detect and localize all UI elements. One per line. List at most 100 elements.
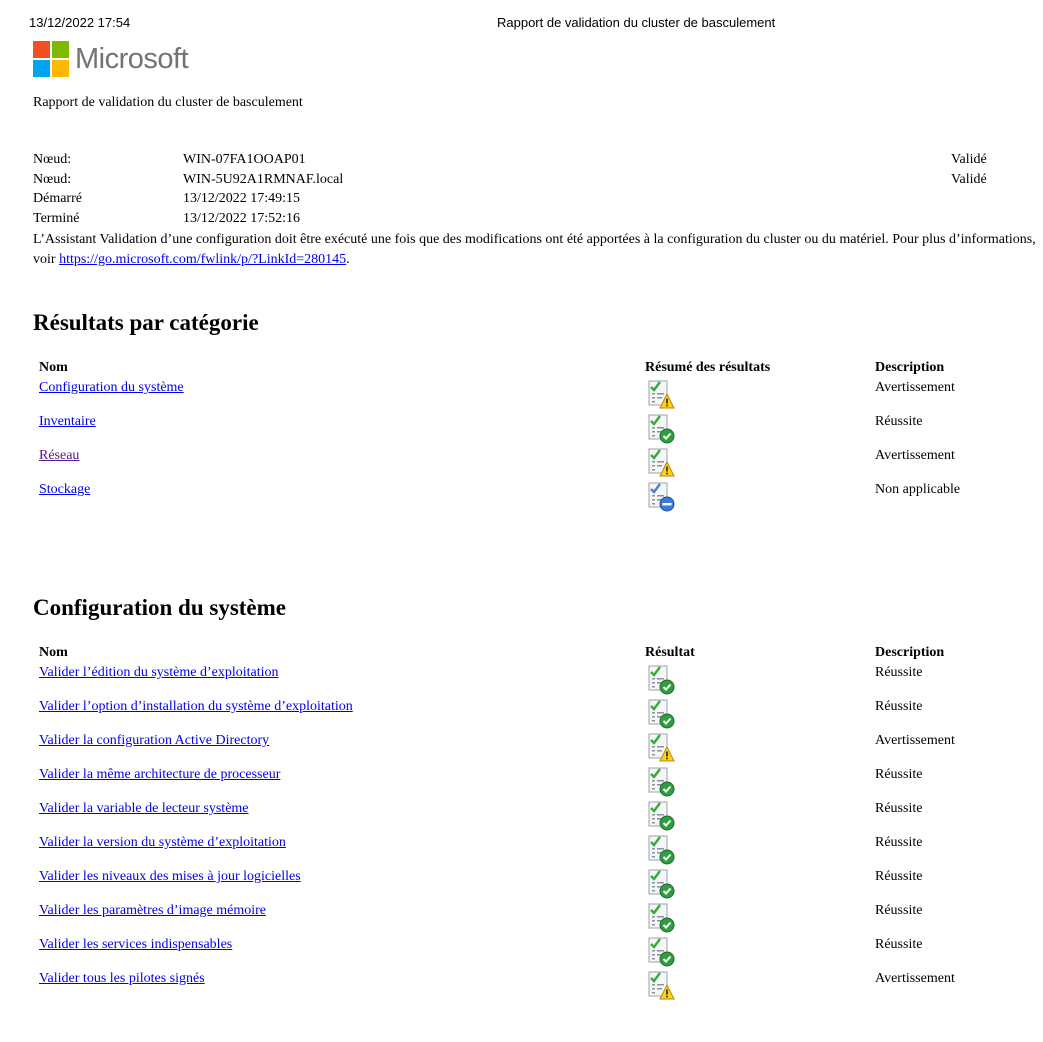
result-description: Réussite [875, 869, 923, 884]
table-header: Nom Résultat Description [39, 643, 1043, 663]
table-row: Valider la variable de lecteur système Ré… [39, 799, 1043, 833]
meta-label: Terminé [33, 210, 80, 226]
meta-label: Démarré [33, 191, 82, 206]
column-header-result: Résultat [645, 645, 695, 660]
result-link[interactable]: Valider tous les pilotes signés [39, 969, 205, 989]
result-link[interactable]: Valider les paramètres d’image mémoire [39, 901, 266, 921]
warning-status-icon [645, 446, 677, 478]
result-link[interactable]: Valider l’option d’installation du systè… [39, 697, 353, 717]
fwlink-link[interactable]: https://go.microsoft.com/fwlink/p/?LinkI… [59, 252, 346, 267]
success-status-icon [645, 697, 677, 729]
result-link[interactable]: Configuration du système [39, 378, 184, 398]
result-description: Non applicable [875, 482, 961, 497]
table-row: Configuration du système Avertissement [39, 378, 1043, 412]
result-link[interactable]: Valider la même architecture de processe… [39, 765, 280, 785]
result-description: Avertissement [875, 448, 955, 463]
meta-row: Démarré 13/12/2022 17:49:15 [33, 189, 1043, 209]
result-link[interactable]: Valider la configuration Active Director… [39, 731, 269, 751]
intro-paragraph: L’Assistant Validation d’une configurati… [33, 230, 1043, 270]
result-description: Réussite [875, 937, 923, 952]
results-by-category-table: Nom Résumé des résultats Description Con… [39, 358, 1043, 514]
result-description: Réussite [875, 414, 923, 429]
result-description: Réussite [875, 699, 923, 714]
success-status-icon [645, 935, 677, 967]
table-row: Valider la même architecture de processe… [39, 765, 1043, 799]
logo-text: Microsoft [75, 43, 189, 75]
table-row: Valider tous les pilotes signés Avertisse… [39, 969, 1043, 1003]
result-link[interactable]: Inventaire [39, 412, 96, 432]
meta-value: WIN-07FA1OOAP01 [183, 152, 306, 167]
table-row: Inventaire Réussite [39, 412, 1043, 446]
meta-value: 13/12/2022 17:49:15 [183, 191, 301, 206]
meta-label: Nœud: [33, 152, 72, 167]
result-description: Réussite [875, 801, 923, 816]
success-status-icon [645, 867, 677, 899]
result-link[interactable]: Valider la version du système d’exploita… [39, 833, 286, 853]
result-description: Réussite [875, 767, 923, 782]
warning-status-icon [645, 731, 677, 763]
meta-status: Validé [951, 171, 987, 187]
table-header: Nom Résumé des résultats Description [39, 358, 1043, 378]
intro-link-line: voir https://go.microsoft.com/fwlink/p/?… [33, 250, 1043, 270]
result-link[interactable]: Valider la variable de lecteur système [39, 799, 249, 819]
column-header-result: Résumé des résultats [645, 360, 771, 375]
success-status-icon [645, 765, 677, 797]
meta-row: Nœud: WIN-07FA1OOAP01 Validé [33, 150, 1043, 170]
table-row: Valider la configuration Active Director… [39, 731, 1043, 765]
meta-status: Validé [951, 152, 987, 167]
column-header-description: Description [875, 360, 945, 375]
success-status-icon [645, 663, 677, 695]
logo-square [33, 41, 50, 58]
result-link[interactable]: Valider les niveaux des mises à jour log… [39, 867, 301, 887]
success-status-icon [645, 799, 677, 831]
column-header-description: Description [875, 645, 945, 660]
success-status-icon [645, 901, 677, 933]
section-title-results-by-category: Résultats par catégorie [33, 310, 259, 335]
result-description: Avertissement [875, 380, 955, 395]
table-row: Valider l’édition du système d’exploitat… [39, 663, 1043, 697]
intro-link-suffix: . [346, 252, 350, 267]
not-applicable-status-icon [645, 480, 677, 512]
table-row: Stockage Non applicable [39, 480, 1043, 514]
result-link[interactable]: Réseau [39, 446, 79, 466]
warning-status-icon [645, 969, 677, 1001]
print-header: 13/12/2022 17:54 Rapport de validation d… [0, 15, 1043, 33]
print-date: 13/12/2022 17:54 [29, 15, 131, 30]
meta-value: 13/12/2022 17:52:16 [183, 210, 301, 226]
table-row: Valider les services indispensables Réuss… [39, 935, 1043, 969]
result-link[interactable]: Stockage [39, 480, 90, 500]
table-body: Valider l’édition du système d’exploitat… [39, 663, 1043, 1003]
section-title-system-configuration: Configuration du système [33, 595, 287, 620]
logo-square [52, 41, 69, 58]
report-meta: Nœud: WIN-07FA1OOAP01 Validé Nœud: WIN-5… [33, 150, 1043, 228]
intro-text: L’Assistant Validation d’une configurati… [33, 232, 1036, 247]
result-description: Réussite [875, 903, 923, 918]
print-title: Rapport de validation du cluster de basc… [497, 15, 776, 30]
table-row: Valider les niveaux des mises à jour log… [39, 867, 1043, 901]
result-link[interactable]: Valider l’édition du système d’exploitat… [39, 663, 279, 683]
microsoft-logo: Microsoft [33, 40, 189, 78]
logo-square [52, 60, 69, 77]
column-header-name: Nom [39, 645, 68, 660]
table-row: Valider l’option d’installation du systè… [39, 697, 1043, 731]
result-description: Avertissement [875, 733, 955, 748]
meta-value: WIN-5U92A1RMNAF.local [183, 171, 344, 187]
intro-link-prefix: voir [33, 252, 60, 267]
result-description: Réussite [875, 835, 923, 850]
table-row: Réseau Avertissement [39, 446, 1043, 480]
report-subtitle: Rapport de validation du cluster de basc… [33, 95, 303, 110]
result-description: Avertissement [875, 971, 955, 986]
success-status-icon [645, 833, 677, 865]
meta-row: Nœud: WIN-5U92A1RMNAF.local Validé [33, 170, 1043, 190]
result-description: Réussite [875, 665, 923, 680]
success-status-icon [645, 412, 677, 444]
meta-label: Nœud: [33, 171, 72, 187]
warning-status-icon [645, 378, 677, 410]
table-row: Valider les paramètres d’image mémoire Ré… [39, 901, 1043, 935]
result-link[interactable]: Valider les services indispensables [39, 935, 232, 955]
column-header-name: Nom [39, 360, 68, 375]
logo-square [33, 60, 50, 77]
table-row: Valider la version du système d’exploita… [39, 833, 1043, 867]
table-body: Configuration du système Avertissement Inv… [39, 378, 1043, 514]
system-configuration-table: Nom Résultat Description Valider l’éditi… [39, 643, 1043, 1003]
